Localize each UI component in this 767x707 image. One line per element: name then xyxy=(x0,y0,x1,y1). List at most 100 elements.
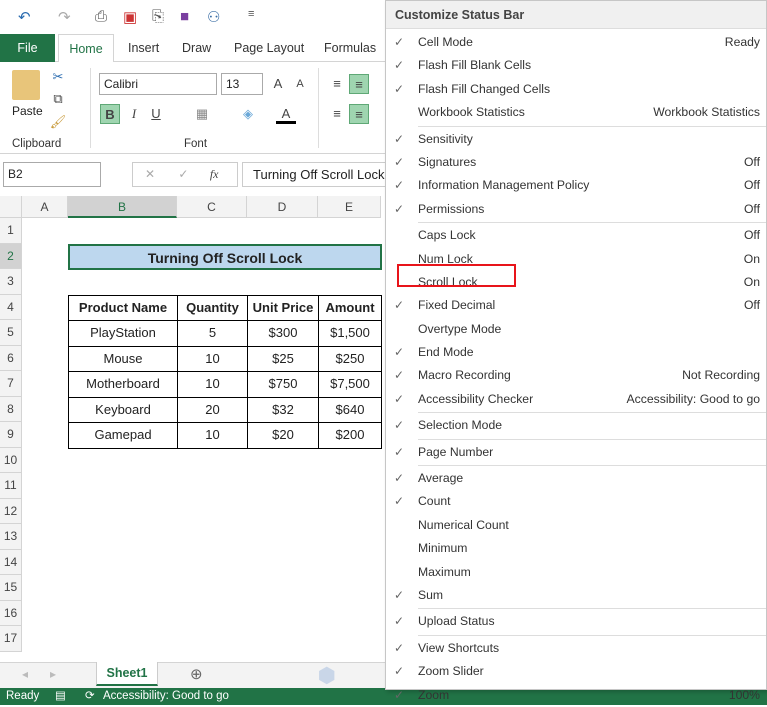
table-cell[interactable]: $300 xyxy=(247,320,319,347)
format-painter-icon[interactable]: 🖌 xyxy=(48,112,68,132)
tab-home[interactable]: Home xyxy=(58,34,114,63)
table-cell[interactable]: 10 xyxy=(177,422,248,449)
share-icon[interactable]: ⚇ xyxy=(207,8,220,26)
attach-icon[interactable]: ⎘ xyxy=(152,8,164,25)
menu-item-selection-mode[interactable]: ✓ Selection Mode xyxy=(386,414,766,437)
row-header[interactable]: 17 xyxy=(0,626,22,652)
tab-formulas[interactable]: Formulas xyxy=(316,34,384,62)
menu-item-accessibility-checker[interactable]: ✓ Accessibility Checker Accessibility: Goo… xyxy=(386,388,766,411)
align-left-icon[interactable]: ≡ xyxy=(327,104,347,124)
worksheet-grid[interactable]: A B C D E 1 2 3 4 5 6 7 8 9 10 11 12 13 14 15 16 17 Turning Of… xyxy=(0,196,385,662)
table-cell[interactable]: 5 xyxy=(177,320,248,347)
menu-item-end-mode[interactable]: ✓ End Mode xyxy=(386,341,766,364)
name-box[interactable]: B2 xyxy=(3,162,101,187)
column-header[interactable]: A xyxy=(22,196,68,218)
scroll-right-icon[interactable]: ▸ xyxy=(50,667,56,681)
menu-item-zoom-slider[interactable]: ✓ Zoom Slider xyxy=(386,660,766,683)
table-cell[interactable]: Motherboard xyxy=(68,371,178,398)
increase-font-icon[interactable]: A xyxy=(268,74,288,94)
column-header[interactable]: B xyxy=(68,196,177,218)
table-cell[interactable]: $1,500 xyxy=(318,320,382,347)
decrease-font-icon[interactable]: A xyxy=(290,74,310,94)
cancel-icon[interactable]: ✕ xyxy=(145,167,155,181)
table-cell[interactable]: $20 xyxy=(247,422,319,449)
save-icon[interactable]: ■ xyxy=(180,8,189,25)
table-cell[interactable]: 10 xyxy=(177,371,248,398)
cut-icon[interactable]: ✂ xyxy=(48,67,68,87)
column-header[interactable]: E xyxy=(318,196,381,218)
align-top-icon[interactable]: ≡ xyxy=(327,74,347,94)
fill-color-icon[interactable]: ◈ xyxy=(238,104,258,124)
redo-icon[interactable]: ↷ xyxy=(58,8,71,26)
row-header[interactable]: 7 xyxy=(0,371,22,397)
row-header[interactable]: 12 xyxy=(0,498,22,524)
column-header[interactable]: D xyxy=(247,196,318,218)
select-all[interactable] xyxy=(0,196,22,218)
menu-item-view-shortcuts[interactable]: ✓ View Shortcuts xyxy=(386,637,766,660)
paste-button[interactable]: Paste xyxy=(12,104,43,118)
row-header[interactable]: 9 xyxy=(0,422,22,448)
table-header-cell[interactable]: Amount xyxy=(318,294,382,321)
undo-icon[interactable]: ↶ xyxy=(18,8,31,26)
title-cell[interactable]: Turning Off Scroll Lock xyxy=(68,243,382,270)
row-header[interactable]: 2 xyxy=(0,243,22,269)
row-header[interactable]: 5 xyxy=(0,320,22,346)
row-header[interactable]: 15 xyxy=(0,575,22,601)
enter-icon[interactable]: ✓ xyxy=(178,167,188,181)
table-cell[interactable]: $250 xyxy=(318,345,382,372)
customize-icon[interactable]: ≡ xyxy=(248,8,254,20)
menu-item-macro-recording[interactable]: ✓ Macro Recording Not Recording xyxy=(386,364,766,387)
formula-input[interactable]: Turning Off Scroll Lock xyxy=(242,162,392,187)
table-cell[interactable]: Keyboard xyxy=(68,396,178,423)
paste-icon[interactable] xyxy=(12,70,40,100)
menu-item-flash-fill-blank-cells[interactable]: ✓ Flash Fill Blank Cells xyxy=(386,54,766,77)
table-cell[interactable]: $200 xyxy=(318,422,382,449)
table-cell[interactable]: Mouse xyxy=(68,345,178,372)
table-cell[interactable]: 20 xyxy=(177,396,248,423)
align-center-icon[interactable]: ≡ xyxy=(349,104,369,124)
menu-item-sensitivity[interactable]: ✓ Sensitivity xyxy=(386,128,766,151)
row-header[interactable]: 10 xyxy=(0,447,22,473)
menu-item-workbook-statistics[interactable]: Workbook Statistics Workbook Statistics xyxy=(386,101,766,124)
italic-button[interactable]: I xyxy=(124,104,144,124)
menu-item-minimum[interactable]: Minimum xyxy=(386,537,766,560)
table-cell[interactable]: $32 xyxy=(247,396,319,423)
font-size-select[interactable]: 13 xyxy=(221,73,263,95)
bold-button[interactable]: B xyxy=(100,104,120,124)
align-middle-icon[interactable]: ≡ xyxy=(349,74,369,94)
menu-item-maximum[interactable]: Maximum xyxy=(386,561,766,584)
add-sheet-icon[interactable]: ⊕ xyxy=(190,665,203,683)
table-cell[interactable]: 10 xyxy=(177,345,248,372)
table-cell[interactable]: $640 xyxy=(318,396,382,423)
menu-item-upload-status[interactable]: ✓ Upload Status xyxy=(386,610,766,633)
table-cell[interactable]: $750 xyxy=(247,371,319,398)
underline-button[interactable]: U xyxy=(146,104,166,124)
font-name-select[interactable]: Calibri xyxy=(99,73,217,95)
sheet-tab-sheet1[interactable]: Sheet1 xyxy=(96,662,158,686)
table-cell[interactable]: $25 xyxy=(247,345,319,372)
insert-function-button[interactable]: fx xyxy=(210,167,219,181)
view-shortcuts-icon[interactable]: ▤ xyxy=(55,688,66,705)
table-header-cell[interactable]: Unit Price xyxy=(247,294,319,321)
row-header[interactable]: 16 xyxy=(0,600,22,626)
tab-draw[interactable]: Draw xyxy=(174,34,219,62)
table-header-cell[interactable]: Product Name xyxy=(68,294,178,321)
menu-item-signatures[interactable]: ✓ Signatures Off xyxy=(386,151,766,174)
table-header-cell[interactable]: Quantity xyxy=(177,294,248,321)
menu-item-page-number[interactable]: ✓ Page Number xyxy=(386,441,766,464)
tab-page-layout[interactable]: Page Layout xyxy=(226,34,312,62)
menu-item-permissions[interactable]: ✓ Permissions Off xyxy=(386,198,766,221)
row-header[interactable]: 8 xyxy=(0,396,22,422)
row-header[interactable]: 1 xyxy=(0,218,22,244)
column-header[interactable]: C xyxy=(177,196,247,218)
scroll-left-icon[interactable]: ◂ xyxy=(22,667,28,681)
menu-item-cell-mode[interactable]: ✓ Cell Mode Ready xyxy=(386,31,766,54)
tab-file[interactable]: File xyxy=(0,34,55,62)
accessibility-status[interactable]: Accessibility: Good to go xyxy=(103,688,229,705)
tab-insert[interactable]: Insert xyxy=(120,34,167,62)
row-header[interactable]: 4 xyxy=(0,294,22,320)
menu-item-information-management-policy[interactable]: ✓ Information Management Policy Off xyxy=(386,174,766,197)
menu-item-count[interactable]: ✓ Count xyxy=(386,490,766,513)
row-header[interactable]: 13 xyxy=(0,524,22,550)
borders-icon[interactable]: ▦ xyxy=(192,104,212,124)
